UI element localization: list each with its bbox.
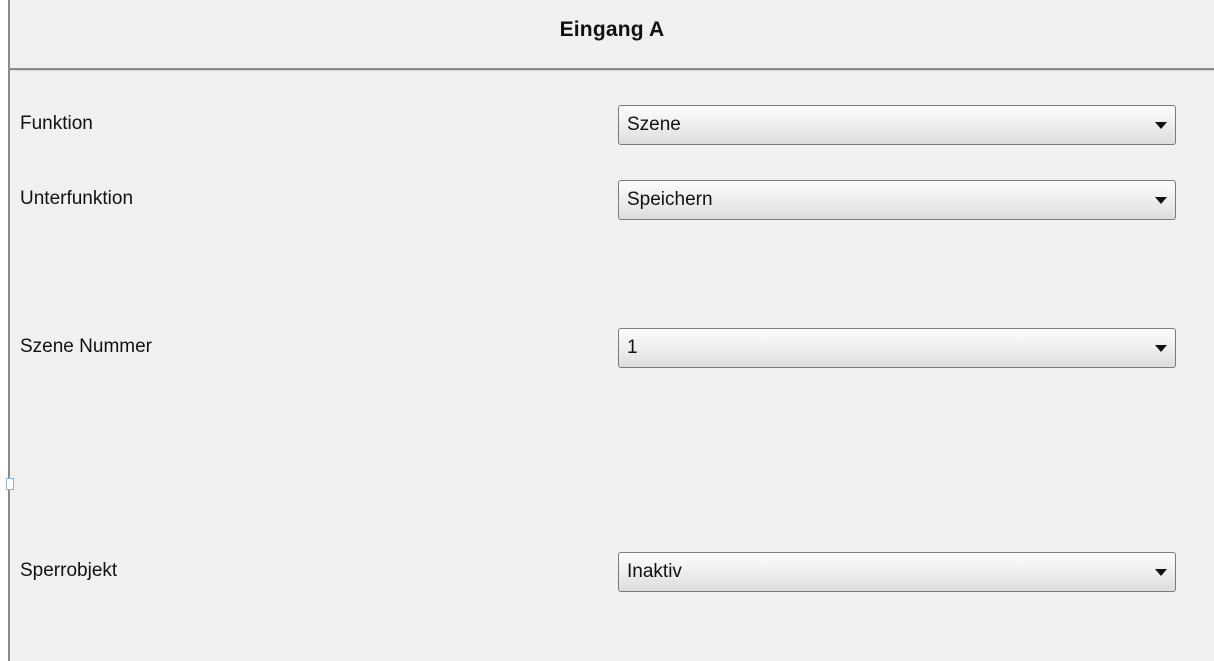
chevron-down-icon[interactable] <box>1155 569 1167 576</box>
field-row-unterfunktion: Unterfunktion Speichern <box>10 180 1214 220</box>
funktion-label: Funktion <box>20 113 93 134</box>
funktion-dropdown[interactable]: Szene <box>618 105 1176 145</box>
sperrobjekt-label: Sperrobjekt <box>20 560 118 581</box>
szene-nummer-value: 1 <box>627 337 638 358</box>
sperrobjekt-dropdown[interactable]: Inaktiv <box>618 552 1176 592</box>
funktion-value: Szene <box>627 114 681 135</box>
unterfunktion-dropdown[interactable]: Speichern <box>618 180 1176 220</box>
chevron-down-icon[interactable] <box>1155 122 1167 129</box>
chevron-down-icon[interactable] <box>1155 345 1167 352</box>
field-row-sperrobjekt: Sperrobjekt Inaktiv <box>10 552 1214 592</box>
parameter-panel: Eingang A Funktion Szene Unterfunktion S… <box>8 0 1214 661</box>
unterfunktion-value: Speichern <box>627 189 713 210</box>
unterfunktion-label: Unterfunktion <box>20 188 134 209</box>
field-row-funktion: Funktion Szene <box>10 105 1214 145</box>
page-title: Eingang A <box>559 18 665 41</box>
szene-nummer-dropdown[interactable]: 1 <box>618 328 1176 368</box>
left-resize-handle[interactable] <box>6 478 14 490</box>
panel-header: Eingang A <box>10 0 1214 70</box>
sperrobjekt-value: Inaktiv <box>627 561 682 582</box>
field-row-szene-nummer: Szene Nummer 1 <box>10 328 1214 368</box>
chevron-down-icon[interactable] <box>1155 197 1167 204</box>
szene-nummer-label: Szene Nummer <box>20 336 152 357</box>
